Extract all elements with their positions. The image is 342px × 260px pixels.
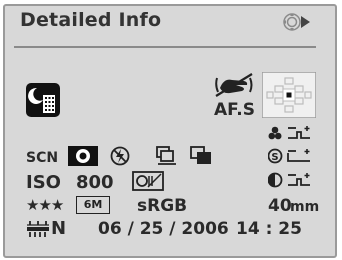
white-balance-label: N <box>51 218 67 239</box>
focal-length-value: 40 <box>268 196 292 216</box>
iso-value: 800 <box>76 172 114 193</box>
page-title: Detailed Info <box>20 9 162 31</box>
date-value: 06 / 25 / 2006 <box>98 219 229 239</box>
contrast-icon <box>268 170 314 190</box>
fluorescent-wb-icon <box>26 220 50 238</box>
header-divider <box>14 46 316 48</box>
iso-label: ISO <box>26 172 61 193</box>
scene-mode-label: SCN <box>26 150 59 166</box>
image-size-badge: 6M <box>76 196 110 214</box>
focus-mode-label: AF.S <box>214 100 255 120</box>
night-scene-portrait-icon <box>26 83 60 117</box>
digital-filter-icon <box>132 171 164 191</box>
time-value: 14 : 25 <box>236 219 302 239</box>
color-space-label: sRGB <box>137 196 188 216</box>
center-weighted-metering-icon <box>68 146 98 166</box>
focal-length-unit: mm <box>290 199 320 215</box>
four-way-controller-icon[interactable] <box>282 12 316 32</box>
quality-stars: ★★★ <box>26 196 64 214</box>
shake-reduction-hand-icon <box>214 72 254 98</box>
af-point-grid-icon <box>262 72 316 118</box>
multi-frame-icon <box>190 146 214 166</box>
sharpness-icon: S <box>268 147 314 167</box>
saturation-icon <box>268 124 314 144</box>
svg-text:S: S <box>271 152 278 163</box>
flash-off-icon <box>110 146 130 166</box>
continuous-shooting-icon <box>156 146 178 166</box>
